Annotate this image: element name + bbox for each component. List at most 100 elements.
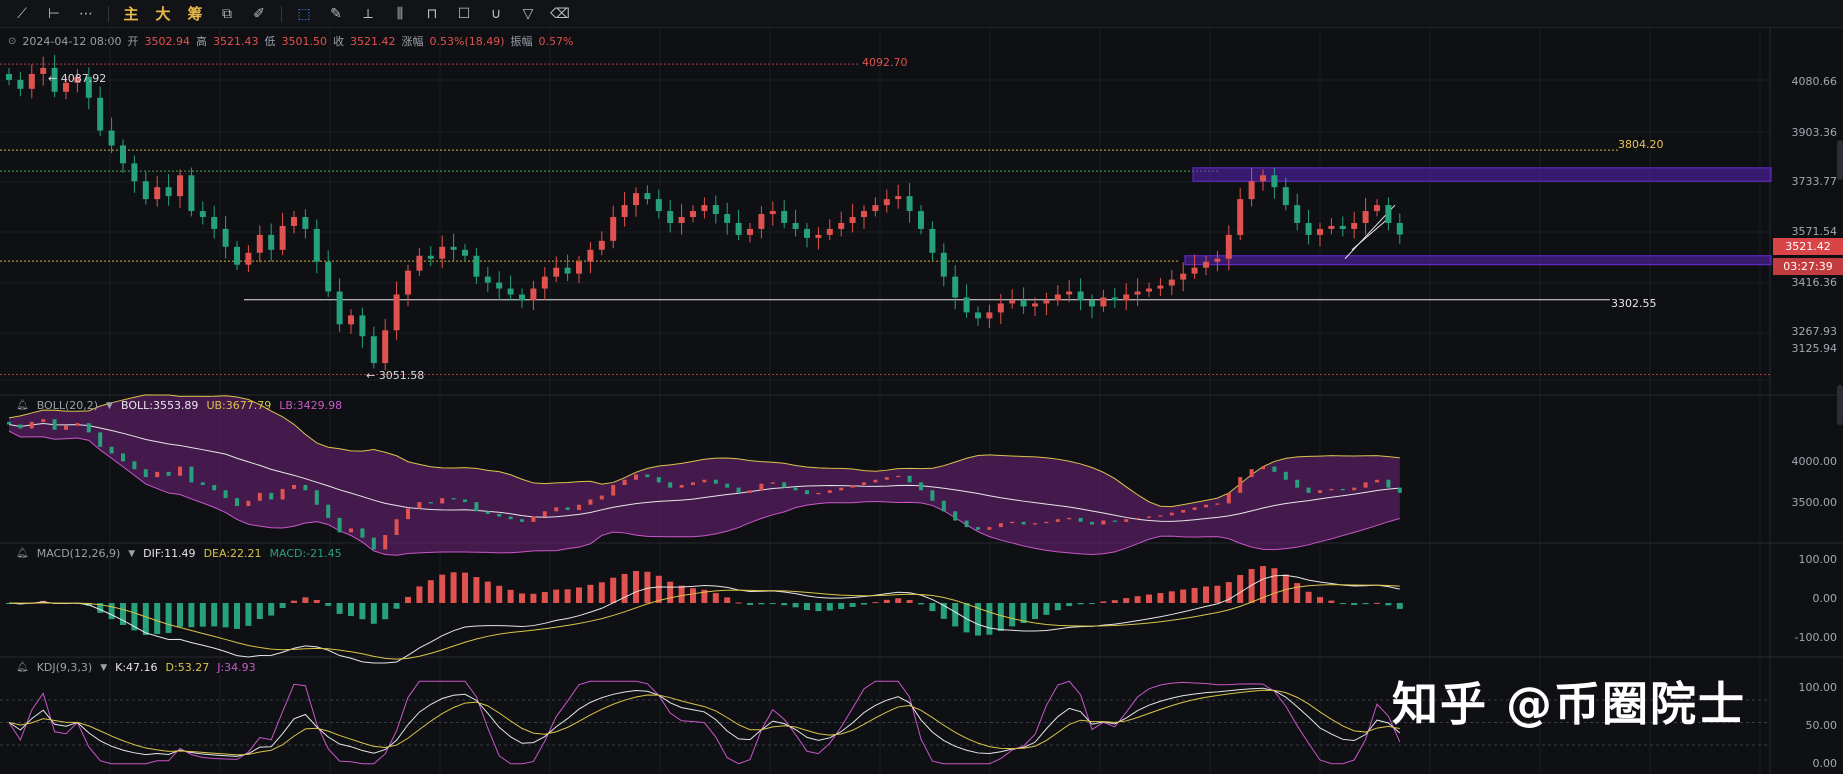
candle-body bbox=[1054, 294, 1061, 301]
candle-body bbox=[1328, 225, 1335, 229]
price-chart[interactable] bbox=[0, 0, 1843, 774]
macd-histogram-bar bbox=[918, 603, 924, 605]
macd-histogram-bar bbox=[587, 584, 594, 603]
boll-candle bbox=[1169, 512, 1174, 516]
resistance-label: 3804.20 bbox=[1618, 138, 1664, 151]
bell-icon[interactable]: 🔔︎ bbox=[16, 400, 29, 411]
macd-histogram-bar bbox=[199, 603, 206, 627]
high-marker-label: ← 4087.92 bbox=[48, 72, 107, 85]
candle-body bbox=[1317, 228, 1323, 235]
boll-candle bbox=[440, 498, 445, 504]
boll-candle bbox=[383, 535, 388, 550]
candle-body bbox=[1260, 175, 1266, 182]
bell-icon[interactable]: 🔔︎ bbox=[16, 662, 29, 673]
boll-candle bbox=[599, 495, 604, 500]
macd-histogram-bar bbox=[895, 598, 902, 603]
price-axis-tick: 3733.77 bbox=[1791, 175, 1838, 188]
macd-histogram-bar bbox=[165, 603, 172, 633]
candle-body bbox=[1214, 258, 1221, 262]
candle-body bbox=[655, 199, 662, 212]
macd-axis-tick: 0.00 bbox=[1812, 592, 1838, 605]
chevron-down-icon[interactable]: ▼ bbox=[128, 549, 135, 559]
candle-body bbox=[986, 312, 993, 319]
macd-histogram-bar bbox=[1123, 598, 1130, 603]
chevron-down-icon[interactable]: ▼ bbox=[106, 401, 113, 411]
boll-candle bbox=[326, 504, 331, 518]
macd-histogram-bar bbox=[1339, 603, 1346, 604]
boll-candle bbox=[155, 471, 160, 478]
price-scrollbar[interactable] bbox=[1837, 385, 1843, 425]
boll-candle bbox=[337, 517, 342, 533]
price-axis-tick: 4080.66 bbox=[1791, 75, 1838, 88]
candle-body bbox=[1237, 199, 1244, 235]
macd-axis-tick: 100.00 bbox=[1798, 553, 1838, 566]
boll-candle bbox=[941, 500, 946, 512]
current-price-tag: 3521.42 bbox=[1773, 238, 1843, 255]
boll-candle bbox=[98, 432, 103, 447]
macd-histogram-bar bbox=[507, 589, 514, 603]
boll-band-fill bbox=[9, 394, 1400, 556]
candle-body bbox=[530, 288, 537, 301]
macd-histogram-bar bbox=[1168, 591, 1175, 603]
candle-body bbox=[507, 288, 514, 295]
candle-body bbox=[313, 228, 320, 262]
boll-candle bbox=[463, 499, 467, 503]
macd-dif-value: DIF:11.49 bbox=[143, 547, 196, 560]
candle-body bbox=[370, 336, 377, 364]
candle-body bbox=[895, 196, 902, 200]
price-scrollbar[interactable] bbox=[1837, 140, 1843, 180]
candle-body bbox=[769, 211, 776, 215]
candle-body bbox=[17, 79, 24, 89]
candle-body bbox=[359, 315, 366, 337]
macd-histogram-bar bbox=[541, 592, 548, 603]
candle-body bbox=[758, 214, 765, 229]
candle-body bbox=[712, 205, 719, 215]
candle-body bbox=[1339, 225, 1346, 229]
candle-body bbox=[1089, 300, 1095, 307]
boll-candle bbox=[759, 483, 764, 491]
macd-histogram-bar bbox=[370, 603, 377, 624]
boll-candle bbox=[827, 490, 832, 493]
boll-candle bbox=[1021, 521, 1026, 525]
candle-body bbox=[541, 276, 548, 289]
boll-candle bbox=[52, 419, 57, 430]
macd-axis-tick: -100.00 bbox=[1794, 631, 1837, 644]
bell-icon[interactable]: 🔔︎ bbox=[16, 548, 29, 559]
macd-histogram-bar bbox=[1111, 600, 1118, 603]
candle-body bbox=[416, 255, 423, 271]
candle-body bbox=[1294, 205, 1301, 223]
macd-histogram-bar bbox=[439, 574, 446, 603]
candle-body bbox=[826, 228, 833, 235]
boll-candle bbox=[1238, 477, 1243, 493]
candle-body bbox=[325, 261, 332, 292]
macd-histogram-bar bbox=[1396, 603, 1403, 609]
macd-histogram-bar bbox=[336, 603, 343, 614]
candle-body bbox=[918, 211, 924, 229]
macd-histogram-bar bbox=[1032, 603, 1038, 620]
boll-candle bbox=[713, 479, 718, 484]
boll-candle bbox=[474, 502, 479, 512]
macd-histogram-bar bbox=[484, 581, 491, 603]
boll-candle bbox=[86, 423, 91, 433]
macd-histogram-bar bbox=[861, 603, 867, 605]
boll-candle bbox=[132, 461, 137, 470]
price-axis-tick: 3903.36 bbox=[1791, 126, 1838, 139]
boll-candle bbox=[360, 528, 365, 538]
macd-histogram-bar bbox=[781, 603, 788, 606]
boll-candle bbox=[7, 421, 11, 425]
candle-body bbox=[963, 297, 970, 313]
macd-histogram-bar bbox=[1271, 568, 1278, 603]
macd-histogram-bar bbox=[530, 593, 537, 603]
macd-histogram-bar bbox=[427, 580, 434, 603]
boll-candle bbox=[919, 482, 923, 491]
boll-candle bbox=[1033, 523, 1037, 525]
candle-body bbox=[735, 222, 742, 235]
boll-candle bbox=[1261, 466, 1265, 470]
candle-body bbox=[1282, 187, 1289, 206]
candle-body bbox=[450, 246, 457, 250]
chevron-down-icon[interactable]: ▼ bbox=[100, 663, 107, 673]
macd-histogram-bar bbox=[1054, 603, 1061, 611]
macd-histogram-bar bbox=[462, 572, 468, 603]
macd-histogram-bar bbox=[1043, 603, 1050, 615]
candle-body bbox=[302, 217, 309, 229]
